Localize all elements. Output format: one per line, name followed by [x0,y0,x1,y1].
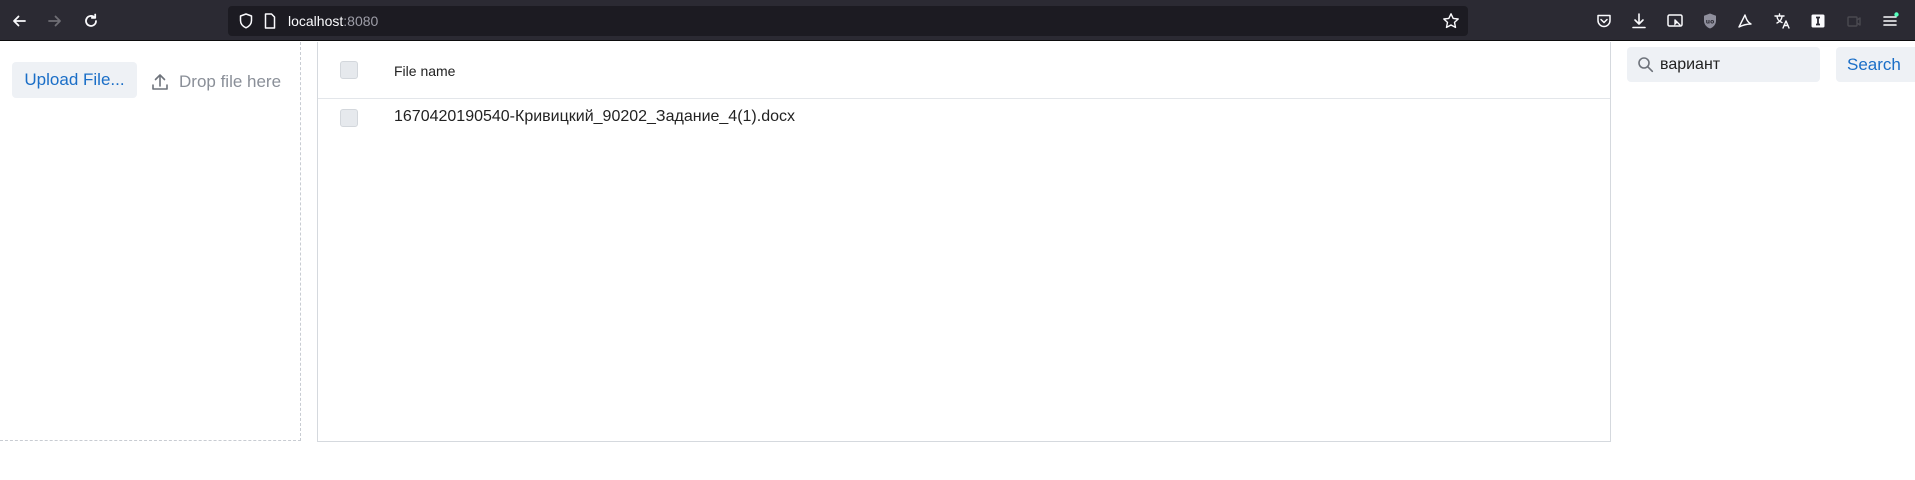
svg-text:uo: uo [1706,19,1714,26]
upload-icon [152,74,168,90]
column-header-file-name[interactable]: File name [394,63,455,79]
translate-icon[interactable] [1770,9,1794,33]
acrobat-icon[interactable] [1733,9,1757,33]
forward-icon[interactable] [43,9,67,33]
screenshot-icon[interactable] [1663,9,1687,33]
back-icon[interactable] [7,9,31,33]
search-button[interactable]: Search [1836,47,1915,82]
extension-i-icon[interactable] [1806,9,1830,33]
table-row[interactable]: 1670420190540-Кривицкий_90202_Задание_4(… [318,99,1610,139]
upload-file-button[interactable]: Upload File... [12,62,137,98]
url-text[interactable]: localhost:8080 [288,13,378,29]
extension-dimmed-icon[interactable] [1842,9,1866,33]
shield-icon[interactable] [234,9,258,33]
row-checkbox[interactable] [340,109,358,127]
table-header: File name [318,42,1610,99]
page-icon [258,9,282,33]
reload-icon[interactable] [79,9,103,33]
url-port: :8080 [343,13,379,29]
file-name-cell[interactable]: 1670420190540-Кривицкий_90202_Задание_4(… [394,108,795,126]
url-bar[interactable]: localhost:8080 [228,6,1468,36]
upload-panel: Upload File... Drop file here [0,42,301,441]
drop-label: Drop file here [179,72,282,91]
search-icon [1638,57,1654,73]
url-host: localhost [288,13,344,29]
menu-icon[interactable] [1878,9,1902,33]
browser-toolbar: localhost:8080 uo [0,0,1915,41]
select-all-checkbox[interactable] [340,61,358,79]
file-table: File name 1670420190540-Кривицкий_90202_… [317,42,1611,442]
pocket-icon[interactable] [1592,9,1616,33]
search-box[interactable] [1627,47,1820,82]
drop-zone[interactable]: Drop file here [150,70,281,94]
bookmark-star-icon[interactable] [1439,9,1463,33]
ublock-icon[interactable]: uo [1698,9,1722,33]
download-icon[interactable] [1627,9,1651,33]
search-input[interactable] [1660,47,1815,82]
